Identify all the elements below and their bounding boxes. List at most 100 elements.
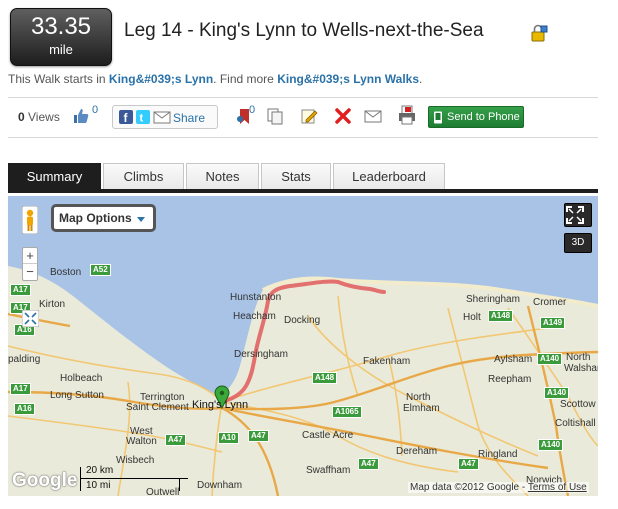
place-label: King's Lynn: [192, 399, 249, 411]
page-title: Leg 14 - King's Lynn to Wells-next-the-S…: [124, 20, 484, 41]
google-logo: Google: [12, 470, 78, 491]
map-scale-bar: 20 km 10 mi: [80, 465, 190, 493]
tab-bar: Summary Climbs Notes Stats Leaderboard: [8, 163, 598, 193]
copy-icon[interactable]: [266, 107, 284, 125]
place-label: Reepham: [488, 374, 532, 385]
fit-route-icon[interactable]: [22, 310, 39, 327]
road-badge: A47: [248, 430, 269, 442]
road-badge: A47: [458, 458, 479, 470]
road-badge: A16: [14, 403, 35, 415]
place-label: Holt: [463, 312, 481, 323]
scale-mi-label: 10 mi: [86, 480, 111, 491]
place-label: Kirton: [39, 299, 66, 310]
delete-icon[interactable]: [334, 107, 352, 125]
place-label: Castle Acre: [302, 430, 354, 441]
place-label: North: [566, 352, 591, 363]
fullscreen-icon: [566, 206, 584, 224]
road-badge: A47: [165, 434, 186, 446]
social-icons: f t: [119, 110, 171, 125]
place-label: Aylsham: [494, 354, 533, 365]
more-walks-link[interactable]: King&#039;s Lynn Walks: [277, 72, 419, 86]
walk-start-info: This Walk starts in King&#039;s Lynn. Fi…: [8, 72, 422, 86]
place-label: Docking: [284, 315, 321, 326]
place-label: Holbeach: [60, 373, 103, 384]
place-label: Walsham: [564, 363, 598, 374]
place-label: Hunstanton: [230, 292, 282, 303]
place-label: Long Sutton: [50, 390, 104, 401]
place-label: Scottow: [560, 399, 596, 410]
3d-label: 3D: [571, 237, 585, 248]
road-badge: A149: [540, 317, 566, 329]
starts-suffix: .: [419, 72, 423, 86]
lock-icon[interactable]: [530, 24, 548, 42]
zoom-out-button[interactable]: −: [23, 264, 37, 280]
place-label: Dereham: [396, 446, 438, 457]
place-label: palding: [8, 354, 41, 365]
tab-underline: [8, 189, 598, 193]
place-label: Heacham: [233, 311, 276, 322]
road-badge: A10: [218, 432, 239, 444]
place-label: Sheringham: [466, 294, 520, 305]
distance-badge: 33.35 mile: [10, 8, 112, 66]
divider: [8, 97, 598, 98]
starts-middle: . Find more: [213, 72, 278, 86]
share-button[interactable]: f t Share: [112, 105, 218, 129]
place-label: Coltishall: [555, 418, 596, 429]
place-label: Saint Clement: [126, 402, 189, 413]
edit-icon[interactable]: [300, 107, 318, 125]
start-place-link[interactable]: King&#039;s Lynn: [109, 72, 213, 86]
send-to-phone-button[interactable]: Send to Phone: [428, 106, 524, 128]
starts-prefix: This Walk starts in: [8, 72, 109, 86]
tab-climbs[interactable]: Climbs: [103, 163, 184, 189]
place-label: Wisbech: [116, 455, 155, 466]
road-badge: A17: [10, 383, 31, 395]
scale-km-label: 20 km: [86, 465, 114, 476]
road-badge: A148: [312, 372, 338, 384]
place-label: Walton: [126, 436, 157, 447]
toolbar: 0 Views 0 f t Share 0 Send to Phone: [8, 104, 598, 130]
fullscreen-button[interactable]: [564, 203, 592, 227]
zoom-control: + −: [22, 247, 38, 281]
place-label: Fakenham: [363, 356, 411, 367]
place-label: Ringland: [478, 449, 518, 460]
map-options-label: Map Options: [59, 211, 132, 225]
road-badge: A17: [10, 284, 31, 296]
like-count: 0: [92, 104, 99, 116]
tab-stats[interactable]: Stats: [261, 163, 331, 189]
route-map[interactable]: Boston Kirton Holbeach Long Sutton Terri…: [8, 196, 598, 496]
map-attribution: Map data ©2012 Google - Terms of Use: [408, 482, 589, 493]
3d-view-button[interactable]: 3D: [564, 233, 592, 253]
email-icon[interactable]: [364, 107, 382, 125]
pegman-icon[interactable]: [22, 206, 38, 234]
tab-notes[interactable]: Notes: [186, 163, 259, 189]
print-pdf-icon[interactable]: [398, 105, 416, 125]
phone-icon: [434, 111, 442, 124]
road-badge: A52: [90, 264, 111, 276]
place-label: Elmham: [403, 403, 440, 414]
place-label: Swaffham: [306, 465, 351, 476]
share-label: Share: [173, 111, 206, 125]
svg-text:t: t: [140, 113, 144, 125]
road-badge: A1065: [332, 406, 362, 418]
road-badge: A140: [537, 353, 563, 365]
views-counter: 0 Views: [18, 110, 60, 124]
tab-summary[interactable]: Summary: [8, 163, 101, 190]
map-options-dropdown[interactable]: Map Options: [51, 204, 156, 232]
place-label: Cromer: [533, 297, 567, 308]
road-badge: A148: [488, 310, 514, 322]
place-label: Dersingham: [234, 349, 288, 360]
terms-link[interactable]: Terms of Use: [528, 482, 587, 493]
road-badge: A140: [544, 387, 570, 399]
place-label: North: [406, 392, 431, 403]
zoom-in-button[interactable]: +: [23, 248, 37, 264]
road-badge: A140: [538, 439, 564, 451]
chevron-down-icon: [137, 217, 145, 222]
attribution-text: Map data ©2012 Google -: [410, 482, 528, 493]
views-count: 0: [18, 110, 25, 124]
views-label: Views: [24, 110, 60, 124]
thumbs-up-icon[interactable]: [72, 107, 90, 125]
tab-leaderboard[interactable]: Leaderboard: [333, 163, 445, 189]
distance-value: 33.35: [30, 13, 92, 40]
divider: [8, 137, 598, 138]
place-label: Downham: [197, 480, 243, 491]
